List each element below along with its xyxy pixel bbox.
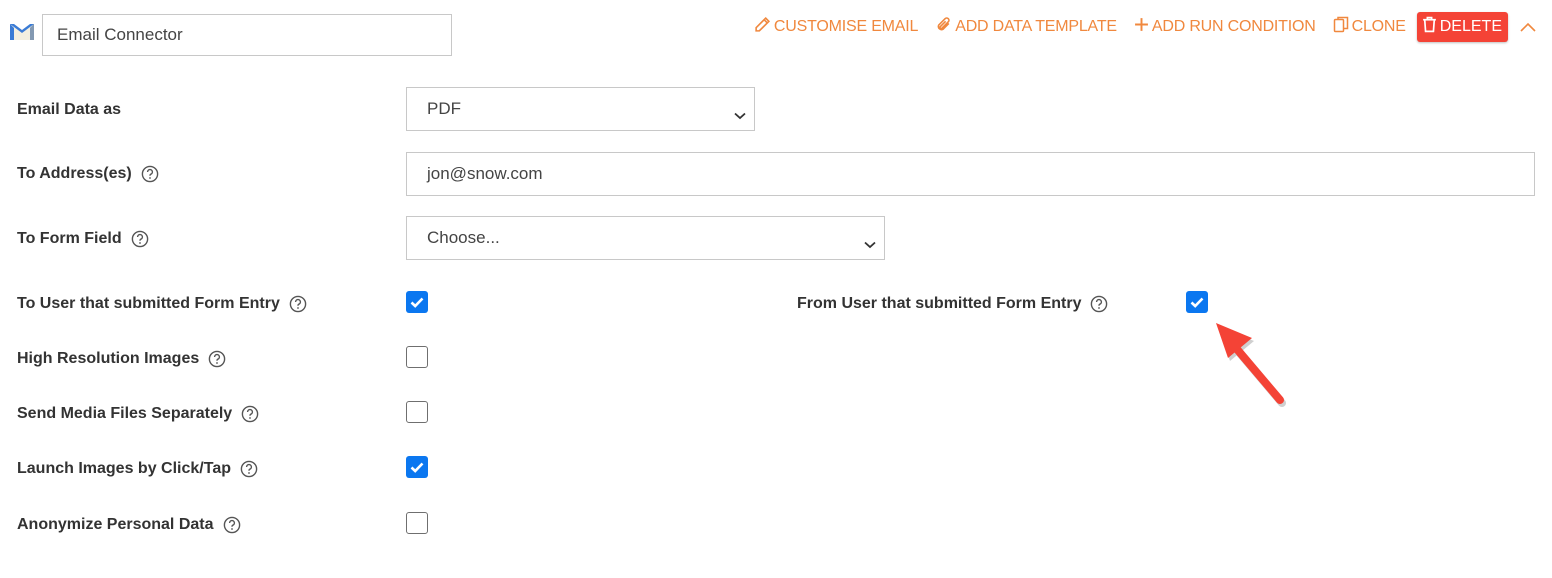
high-res-text: High Resolution Images	[17, 350, 200, 367]
connector-name-input[interactable]	[42, 14, 452, 56]
help-icon[interactable]	[208, 350, 226, 368]
collapse-chevron-up-icon[interactable]	[1520, 20, 1538, 34]
copy-icon	[1333, 16, 1352, 38]
send-media-label: Send Media Files Separately	[17, 403, 259, 425]
to-user-label: To User that submitted Form Entry	[17, 293, 307, 315]
add-run-condition-label: ADD RUN CONDITION	[1151, 18, 1316, 35]
to-addresses-value: jon@snow.com	[427, 164, 543, 183]
to-form-field-select[interactable]: Choose...	[406, 216, 885, 260]
to-user-checkbox[interactable]	[406, 291, 428, 313]
to-form-field-label: To Form Field	[17, 228, 149, 250]
send-media-checkbox[interactable]	[406, 401, 428, 423]
plus-icon	[1134, 17, 1152, 37]
pencil-icon	[754, 16, 774, 38]
add-run-condition-button[interactable]: ADD RUN CONDITION	[1134, 17, 1316, 37]
to-form-field-text: To Form Field	[17, 230, 122, 247]
clone-button[interactable]: CLONE	[1333, 16, 1406, 38]
to-addresses-input[interactable]: jon@snow.com	[406, 152, 1535, 196]
email-data-as-value: PDF	[427, 99, 461, 118]
to-form-field-value: Choose...	[427, 228, 500, 247]
delete-button[interactable]: DELETE	[1416, 12, 1508, 42]
chevron-down-icon	[734, 105, 746, 125]
paperclip-icon	[935, 16, 955, 38]
email-data-as-text: Email Data as	[17, 101, 122, 118]
action-toolbar: CUSTOMISE EMAIL ADD DATA TEMPLATE ADD RU…	[754, 12, 1538, 42]
anonymize-text: Anonymize Personal Data	[17, 516, 214, 533]
help-icon[interactable]	[131, 230, 149, 248]
help-icon[interactable]	[1090, 295, 1108, 313]
launch-images-text: Launch Images by Click/Tap	[17, 460, 231, 477]
checkmark-icon	[1190, 297, 1204, 308]
help-icon[interactable]	[240, 460, 258, 478]
checkmark-icon	[410, 462, 424, 473]
from-user-text: From User that submitted Form Entry	[797, 295, 1082, 312]
to-addresses-text: To Address(es)	[17, 165, 132, 182]
help-icon[interactable]	[289, 295, 307, 313]
annotation-arrow-icon	[1210, 318, 1290, 415]
from-user-checkbox[interactable]	[1186, 291, 1208, 313]
email-data-as-select[interactable]: PDF	[406, 87, 755, 131]
gmail-envelope-icon	[9, 22, 35, 42]
anonymize-checkbox[interactable]	[406, 512, 428, 534]
to-addresses-label: To Address(es)	[17, 163, 159, 185]
add-data-template-label: ADD DATA TEMPLATE	[955, 18, 1117, 35]
customise-email-button[interactable]: CUSTOMISE EMAIL	[754, 16, 918, 38]
add-data-template-button[interactable]: ADD DATA TEMPLATE	[935, 16, 1117, 38]
from-user-label: From User that submitted Form Entry	[797, 293, 1108, 315]
clone-label: CLONE	[1351, 18, 1406, 35]
help-icon[interactable]	[223, 516, 241, 534]
checkmark-icon	[410, 297, 424, 308]
to-user-text: To User that submitted Form Entry	[17, 295, 280, 312]
chevron-down-icon	[864, 234, 876, 254]
high-res-checkbox[interactable]	[406, 346, 428, 368]
send-media-text: Send Media Files Separately	[17, 405, 233, 422]
help-icon[interactable]	[241, 405, 259, 423]
launch-images-label: Launch Images by Click/Tap	[17, 458, 258, 480]
launch-images-checkbox[interactable]	[406, 456, 428, 478]
anonymize-label: Anonymize Personal Data	[17, 514, 241, 536]
high-res-label: High Resolution Images	[17, 348, 226, 370]
delete-label: DELETE	[1439, 18, 1502, 35]
help-icon[interactable]	[141, 165, 159, 183]
customise-email-label: CUSTOMISE EMAIL	[773, 18, 919, 35]
trash-icon	[1422, 16, 1440, 38]
email-data-as-label: Email Data as	[17, 99, 121, 121]
